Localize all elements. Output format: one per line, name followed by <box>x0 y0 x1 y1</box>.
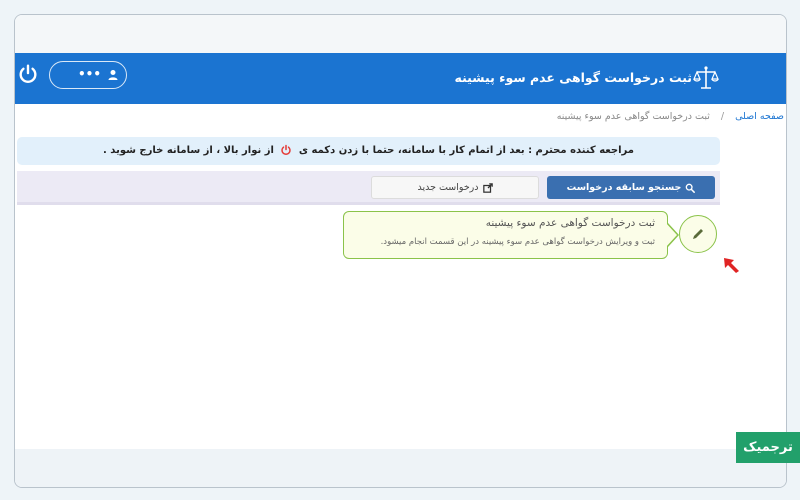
card-pointer <box>667 223 679 247</box>
user-name-masked: ••• <box>78 67 102 81</box>
app-header: ••• ثبت درخواست گواهی عدم سوء پیشینه <box>15 53 786 104</box>
top-strip <box>15 15 786 53</box>
search-request-history-button[interactable]: جستجو سابقه درخواست <box>547 176 715 199</box>
edit-request-button[interactable] <box>679 215 717 253</box>
breadcrumb-current: ثبت درخواست گواهی عدم سوء پیشینه <box>556 111 710 122</box>
user-icon <box>108 70 118 80</box>
breadcrumb-home-link[interactable]: صفحه اصلی <box>735 111 784 122</box>
card-description: ثبت و ویرایش درخواست گواهی عدم سوء پیشین… <box>380 237 655 247</box>
new-request-button[interactable]: درخواست جدید <box>371 176 539 199</box>
brand-badge: ترجمیک <box>736 432 800 463</box>
power-icon <box>281 144 292 156</box>
page-title: ثبت درخواست گواهی عدم سوء پیشینه <box>454 70 693 85</box>
pencil-icon <box>693 229 703 239</box>
notice-text-start: مراجعه کننده محترم : بعد از اتمام کار با… <box>298 145 634 156</box>
register-request-card[interactable]: ثبت درخواست گواهی عدم سوء پیشینه ثبت و و… <box>343 211 668 259</box>
page-footer <box>15 449 786 487</box>
scales-of-justice-icon <box>693 66 719 89</box>
external-link-icon <box>482 182 493 193</box>
user-menu-button[interactable]: ••• <box>49 61 127 89</box>
notice-text-end: از نوار بالا ، از سامانه خارج شوید . <box>103 145 274 156</box>
action-tabs-bar: جستجو سابقه درخواست درخواست جدید <box>17 171 720 205</box>
breadcrumb-separator: / <box>720 111 725 122</box>
card-title: ثبت درخواست گواهی عدم سوء پیشینه <box>485 217 655 229</box>
power-icon[interactable] <box>17 63 39 85</box>
browser-frame: ••• ثبت درخواست گواهی عدم سوء پیشینه صفح… <box>14 14 787 488</box>
search-icon <box>686 183 696 193</box>
arrow-pointer-icon <box>724 258 739 273</box>
search-button-label: جستجو سابقه درخواست <box>566 182 682 193</box>
breadcrumb: صفحه اصلی / ثبت درخواست گواهی عدم سوء پی… <box>557 111 784 122</box>
new-request-label: درخواست جدید <box>417 182 479 193</box>
logout-notice: مراجعه کننده محترم : بعد از اتمام کار با… <box>17 137 720 165</box>
